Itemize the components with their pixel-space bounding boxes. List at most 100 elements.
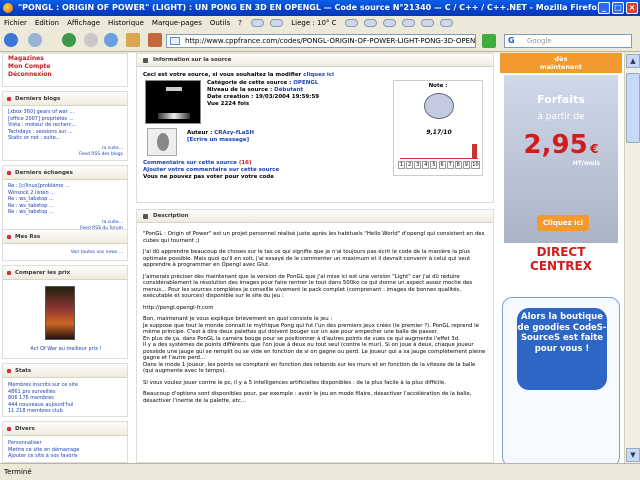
forward-arrow-icon[interactable] — [28, 33, 42, 47]
centrex-ad[interactable]: dès maintenant Forfaits à partir de 2,95… — [500, 53, 622, 285]
ad-cta-button[interactable]: Cliquez ici — [537, 215, 589, 231]
note-value: 9,17/10 — [426, 129, 452, 136]
blogs-header: Derniers blogs — [3, 92, 127, 106]
goodies-ad[interactable]: Alors la boutique de goodies CodeS-Sourc… — [502, 297, 620, 463]
menu-fichier[interactable]: Fichier — [0, 16, 31, 30]
exchange-item[interactable]: Re : ws_tabstop ... — [3, 209, 127, 216]
goodies-ad-text: Alors la boutique de goodies CodeS-Sourc… — [517, 308, 607, 390]
menu-marque-pages[interactable]: Marque-pages — [148, 16, 206, 30]
weather-cloud-icon — [401, 19, 415, 27]
blogs-feed-link[interactable]: Feed RSS des blogs — [3, 152, 127, 158]
game-site-link[interactable]: http://pongl.opengl-fr.com — [143, 305, 487, 312]
compare-box: Comparer les prix Act Of War au meilleur… — [2, 265, 128, 359]
rating-1: 1 — [398, 161, 405, 169]
weather-cloud-icon — [439, 19, 453, 27]
rating-8: 8 — [454, 161, 462, 169]
back-arrow-icon[interactable] — [4, 33, 18, 47]
ad-unit: HT/mois — [572, 160, 600, 167]
edit-source-link[interactable]: cliquez ici — [303, 72, 334, 78]
weather-cloud-icon — [344, 19, 358, 27]
stats-header: Stats — [3, 364, 127, 378]
ad-from: à partir de — [537, 112, 585, 122]
mascot-elephant-image — [424, 93, 454, 119]
write-message-link[interactable]: [Ecrire un message] — [187, 137, 327, 144]
level-label: Niveau de la source : — [207, 87, 275, 93]
blog-item[interactable]: Static or not : suite... — [3, 135, 127, 142]
bookmark-icon[interactable] — [104, 33, 118, 47]
misc-header: Divers — [3, 422, 127, 436]
ad-line1: dès — [554, 55, 568, 63]
url-field[interactable]: http://www.cppfrance.com/codes/PONGL-ORI… — [166, 34, 476, 48]
menu-bar: Fichier Édition Affichage Historique Marque-… — [0, 16, 640, 30]
level-link[interactable]: Débutant — [274, 87, 303, 93]
description-box: Description "PonGL : Origin of Power" es… — [136, 209, 494, 463]
ad-brand-line2: CENTREX — [530, 259, 592, 273]
menu-outils[interactable]: Outils — [206, 16, 234, 30]
search-input[interactable]: G Google — [504, 34, 632, 48]
add-comment-link[interactable]: Ajouter votre commentaire sur cette sour… — [143, 167, 383, 174]
rating-panel: Note : 9,17/10 1 2 3 4 5 6 7 8 9 10 — [393, 80, 483, 176]
status-text: Terminé — [4, 468, 32, 476]
misc-link[interactable]: Ajouter ce site à vos favoris — [3, 453, 127, 460]
navigation-toolbar: http://www.cppfrance.com/codes/PONGL-ORI… — [0, 30, 640, 52]
rss-link[interactable]: Voir toutes vos news ... — [3, 250, 127, 256]
description-paragraph: "PonGL : Origin of Power" est un projet … — [143, 231, 485, 244]
title-bar: "PONGL : ORIGIN OF POWER" (LIGHT) : UN P… — [0, 0, 640, 16]
rating-4: 4 — [422, 161, 430, 169]
ad-plan: Forfaits — [537, 93, 585, 106]
maximize-button[interactable]: □ — [612, 2, 624, 14]
reload-icon[interactable] — [62, 33, 76, 47]
author-link[interactable]: CRAzy-fLaSH — [214, 130, 254, 136]
scroll-down-arrow-icon[interactable]: ▼ — [626, 448, 640, 462]
scroll-up-arrow-icon[interactable]: ▲ — [626, 54, 640, 68]
google-icon: G — [508, 36, 515, 45]
rss-box: Mes Rss Voir toutes vos news ... — [2, 229, 128, 261]
weather-cloud-icon — [382, 19, 396, 27]
go-button[interactable] — [482, 34, 496, 48]
note-title: Note : — [428, 83, 448, 89]
game-cover-image[interactable] — [45, 286, 75, 340]
weather-readout[interactable]: Liege : 10° C — [288, 16, 339, 30]
category-link[interactable]: OPENGL — [293, 80, 318, 86]
menu-help[interactable]: ? — [234, 16, 246, 30]
minimize-button[interactable]: _ — [598, 2, 610, 14]
right-ad-column: dès maintenant Forfaits à partir de 2,95… — [500, 53, 622, 463]
description-paragraph: Il y a des systèmes de points différents… — [143, 342, 486, 361]
misc-box: Divers Personnaliser Mettre ce site en d… — [2, 421, 128, 463]
menu-edition[interactable]: Édition — [31, 16, 63, 30]
close-button[interactable]: × — [626, 2, 638, 14]
scroll-thumb[interactable] — [626, 73, 640, 143]
description-paragraph: Dans le mode 1 joueur, les points se com… — [143, 361, 476, 375]
description-paragraph: Je suppose que tout le monde connait le … — [143, 322, 479, 336]
ad-product-panel: Forfaits à partir de 2,95 € HT/mois Cliq… — [504, 75, 618, 243]
print-icon[interactable] — [126, 33, 140, 47]
weather-cloud-icon — [420, 19, 434, 27]
home-icon[interactable] — [148, 33, 162, 47]
date-label: Date création : — [207, 94, 256, 100]
comments-link[interactable]: Commentaire sur cette source — [143, 160, 239, 166]
rating-7: 7 — [446, 161, 454, 169]
main-column: Information sur la source Ceci est votre… — [136, 53, 494, 463]
menu-historique[interactable]: Historique — [104, 16, 148, 30]
vertical-scrollbar[interactable]: ▲ ▼ — [624, 53, 640, 463]
compare-header: Comparer les prix — [3, 266, 127, 280]
ad-line2: maintenant — [539, 63, 583, 71]
comment-count: (16) — [238, 160, 252, 166]
source-info-box: Information sur la source Ceci est votre… — [136, 53, 494, 203]
source-screenshot[interactable] — [145, 80, 201, 124]
rating-10: 10 — [470, 161, 480, 169]
url-text: http://www.cppfrance.com/codes/PONGL-ORI… — [185, 37, 476, 45]
author-avatar[interactable] — [147, 128, 177, 156]
game-caption[interactable]: Act Of War au meilleur prix ! — [3, 346, 129, 353]
ad-brand: DIRECT CENTREX — [500, 245, 622, 273]
rating-3: 3 — [414, 161, 422, 169]
rating-6: 6 — [438, 161, 446, 169]
ad-currency: € — [590, 142, 599, 156]
description-paragraph: Si vous voulez jouer contre le pc, il y … — [143, 379, 446, 386]
link-deconnexion[interactable]: Déconnexion — [3, 70, 127, 80]
category-label: Catégorie de cette source : — [207, 80, 294, 86]
page-viewport: Magazines Mon Compte Déconnexion Dernier… — [0, 53, 624, 463]
stop-icon[interactable] — [84, 33, 98, 47]
menu-affichage[interactable]: Affichage — [63, 16, 104, 30]
ad-banner-top: dès maintenant — [500, 53, 622, 73]
